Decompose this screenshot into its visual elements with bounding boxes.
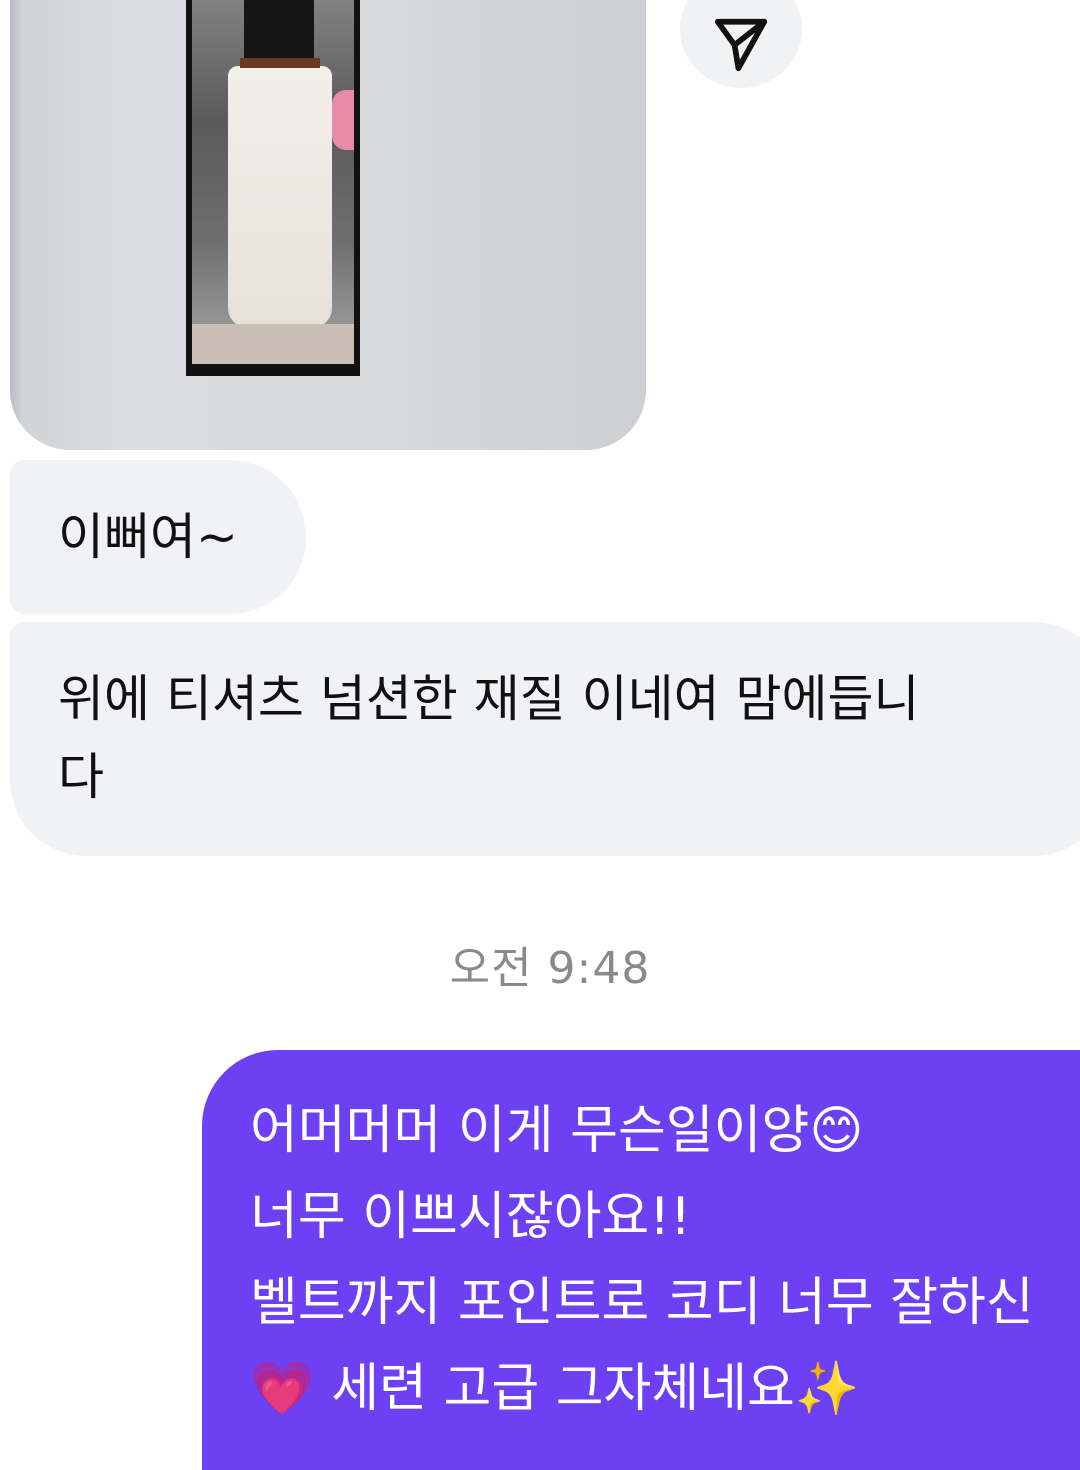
photo-floor — [192, 324, 354, 364]
incoming-message[interactable]: 위에 티셔츠 넘션한 재질 이네여 맘에듭니 다 — [10, 622, 1080, 856]
share-button[interactable] — [680, 0, 802, 88]
photo-mirror — [186, 0, 360, 376]
photo-person-top — [244, 0, 314, 66]
incoming-message[interactable]: 이뻐여~ — [10, 460, 306, 614]
send-arrow-icon — [714, 18, 768, 72]
message-timestamp: 오전 9:48 — [449, 943, 651, 994]
outgoing-message[interactable]: 어머머머 이게 무슨일이양😊 너무 이쁘시잖아요!! 벨트까지 포인트로 코디 … — [202, 1050, 1080, 1470]
photo-mirror-reflection — [192, 0, 354, 364]
photo-wall-edge — [10, 0, 24, 450]
photo-message[interactable] — [10, 0, 646, 450]
photo-person-skirt — [228, 66, 332, 328]
photo-person-belt — [240, 58, 320, 68]
photo-pink-object — [332, 90, 354, 150]
